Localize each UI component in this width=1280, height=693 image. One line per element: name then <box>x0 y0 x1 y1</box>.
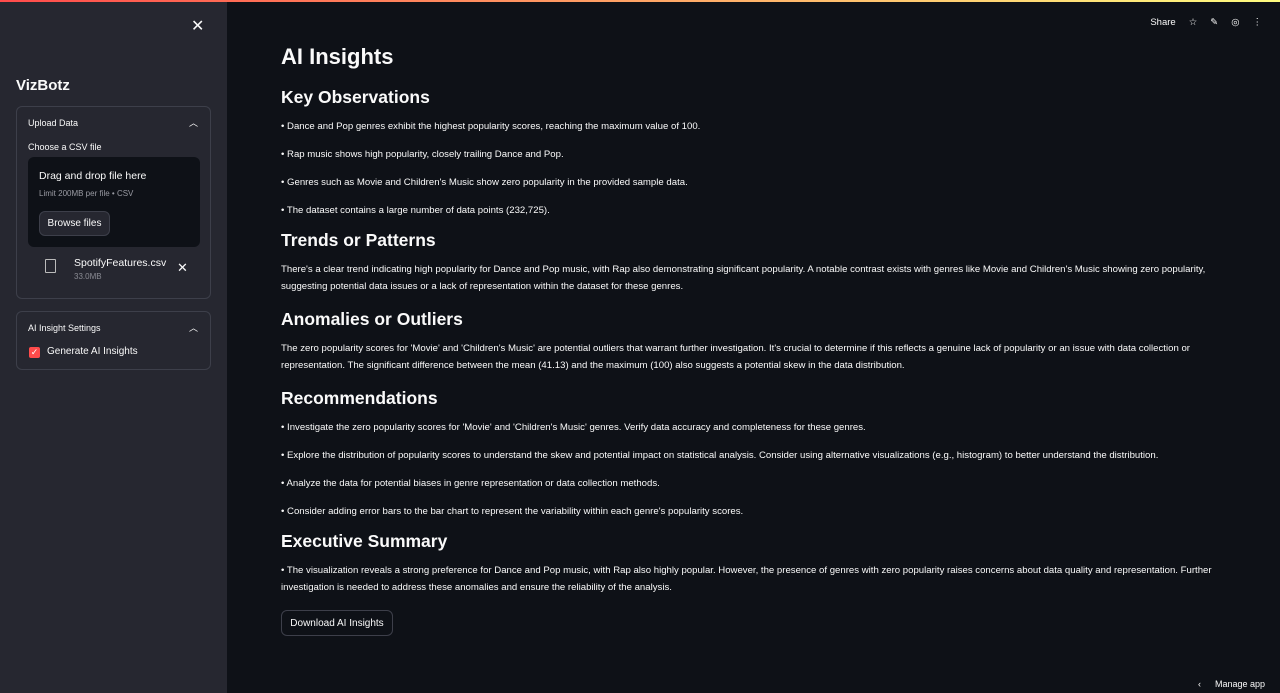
top-decoration <box>0 0 1280 2</box>
section-heading: Key Observations <box>281 87 430 107</box>
dropzone-text: Drag and drop file here <box>39 170 147 182</box>
file-uploader-label: Choose a CSV file <box>28 142 102 152</box>
section-heading: Anomalies or Outliers <box>281 309 463 329</box>
app-title: VizBotz <box>16 77 70 94</box>
uploaded-file-size: 33.0MB <box>74 272 102 281</box>
uploaded-file-name: SpotifyFeatures.csv <box>74 257 167 269</box>
sidebar: ✕ VizBotz Upload Data ︿ Choose a CSV fil… <box>0 0 227 693</box>
browse-files-button[interactable]: Browse files <box>39 211 110 236</box>
expander-title[interactable]: Upload Data <box>28 118 78 128</box>
bullet: • Rap music shows high popularity, close… <box>281 149 564 160</box>
bullet: • Genres such as Movie and Children's Mu… <box>281 177 688 188</box>
chevron-up-icon[interactable]: ︿ <box>189 321 198 334</box>
expander-title[interactable]: AI Insight Settings <box>28 323 101 333</box>
executive-summary-section: Executive Summary • The visualization re… <box>281 531 1231 596</box>
checkbox-label[interactable]: Generate AI Insights <box>47 346 138 357</box>
close-sidebar-icon[interactable]: ✕ <box>191 16 204 36</box>
bullet: • Analyze the data for potential biases … <box>281 478 660 489</box>
bullet: • Explore the distribution of popularity… <box>281 450 1159 461</box>
manage-app-label: Manage app <box>1214 679 1265 689</box>
recommendations-section: Recommendations • Investigate the zero p… <box>281 388 1231 520</box>
bullet: • Consider adding error bars to the bar … <box>281 506 744 517</box>
download-insights-button[interactable]: Download AI Insights <box>281 610 393 636</box>
bullet: • Investigate the zero popularity scores… <box>281 422 866 433</box>
file-dropzone[interactable]: Drag and drop file here Limit 200MB per … <box>28 157 200 247</box>
remove-file-icon[interactable]: ✕ <box>177 260 188 276</box>
share-button[interactable]: Share <box>1150 17 1175 28</box>
manage-app-button[interactable]: ‹ Manage app <box>1198 679 1265 689</box>
anomalies-section: Anomalies or Outliers The zero popularit… <box>281 309 1231 374</box>
section-heading: Trends or Patterns <box>281 230 436 250</box>
generate-insights-checkbox[interactable]: ✓ <box>29 347 40 358</box>
ai-settings-expander: AI Insight Settings ︿ ✓ Generate AI Insi… <box>16 311 211 370</box>
github-icon[interactable]: ◎ <box>1231 17 1239 28</box>
chevron-left-icon: ‹ <box>1197 679 1201 689</box>
paragraph: There's a clear trend indicating high po… <box>281 264 1206 292</box>
app-toolbar: Share ☆ ✎ ◎ ⋮ <box>1150 17 1262 28</box>
paragraph: • The visualization reveals a strong pre… <box>281 565 1212 593</box>
file-icon <box>45 259 56 273</box>
page-title: AI Insights <box>281 44 394 69</box>
more-menu-icon[interactable]: ⋮ <box>1253 17 1263 28</box>
edit-icon[interactable]: ✎ <box>1210 17 1218 28</box>
section-heading: Executive Summary <box>281 531 448 551</box>
chevron-up-icon[interactable]: ︿ <box>189 116 198 129</box>
star-icon[interactable]: ☆ <box>1189 17 1198 28</box>
trends-section: Trends or Patterns There's a clear trend… <box>281 230 1231 295</box>
main-content: AI Insights Key Observations • Dance and… <box>281 44 1231 636</box>
section-heading: Recommendations <box>281 388 438 408</box>
upload-data-expander: Upload Data ︿ Choose a CSV file Drag and… <box>16 106 211 299</box>
key-observations-section: Key Observations • Dance and Pop genres … <box>281 87 1231 219</box>
paragraph: The zero popularity scores for 'Movie' a… <box>281 343 1190 371</box>
bullet: • The dataset contains a large number of… <box>281 205 550 216</box>
bullet: • Dance and Pop genres exhibit the highe… <box>281 121 701 132</box>
dropzone-limit: Limit 200MB per file • CSV <box>39 189 134 198</box>
